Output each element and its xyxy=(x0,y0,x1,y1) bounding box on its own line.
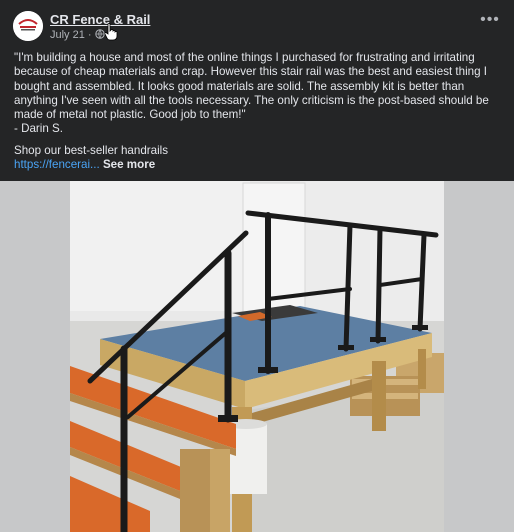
hand-cursor-icon xyxy=(104,23,118,41)
customer-quote: "I'm building a house and most of the on… xyxy=(14,51,489,122)
post-body: "I'm building a house and most of the on… xyxy=(14,51,500,137)
facebook-post: CR Fence & Rail July 21 · ••• "I'm buildi… xyxy=(0,0,514,532)
page-name-link[interactable]: CR Fence & Rail xyxy=(50,12,150,27)
stair-rail-photo xyxy=(0,181,514,532)
more-options-icon: ••• xyxy=(480,11,500,28)
more-options-button[interactable]: ••• xyxy=(479,11,501,33)
page-avatar[interactable] xyxy=(13,11,43,41)
meta-separator: · xyxy=(87,29,92,41)
shop-text: Shop our best-seller handrails xyxy=(14,144,169,157)
post-photo[interactable] xyxy=(0,181,514,532)
see-more-button[interactable]: See more xyxy=(103,158,155,171)
post-header: CR Fence & Rail July 21 · ••• xyxy=(13,9,503,43)
post-date[interactable]: July 21 xyxy=(50,29,85,41)
shop-link[interactable]: https://fencerai... xyxy=(14,158,100,171)
cr-logo-icon xyxy=(13,11,43,41)
post-meta: July 21 · xyxy=(50,29,105,41)
link-line: https://fencerai... See more xyxy=(14,158,155,172)
quote-author: - Darin S. xyxy=(14,122,63,136)
